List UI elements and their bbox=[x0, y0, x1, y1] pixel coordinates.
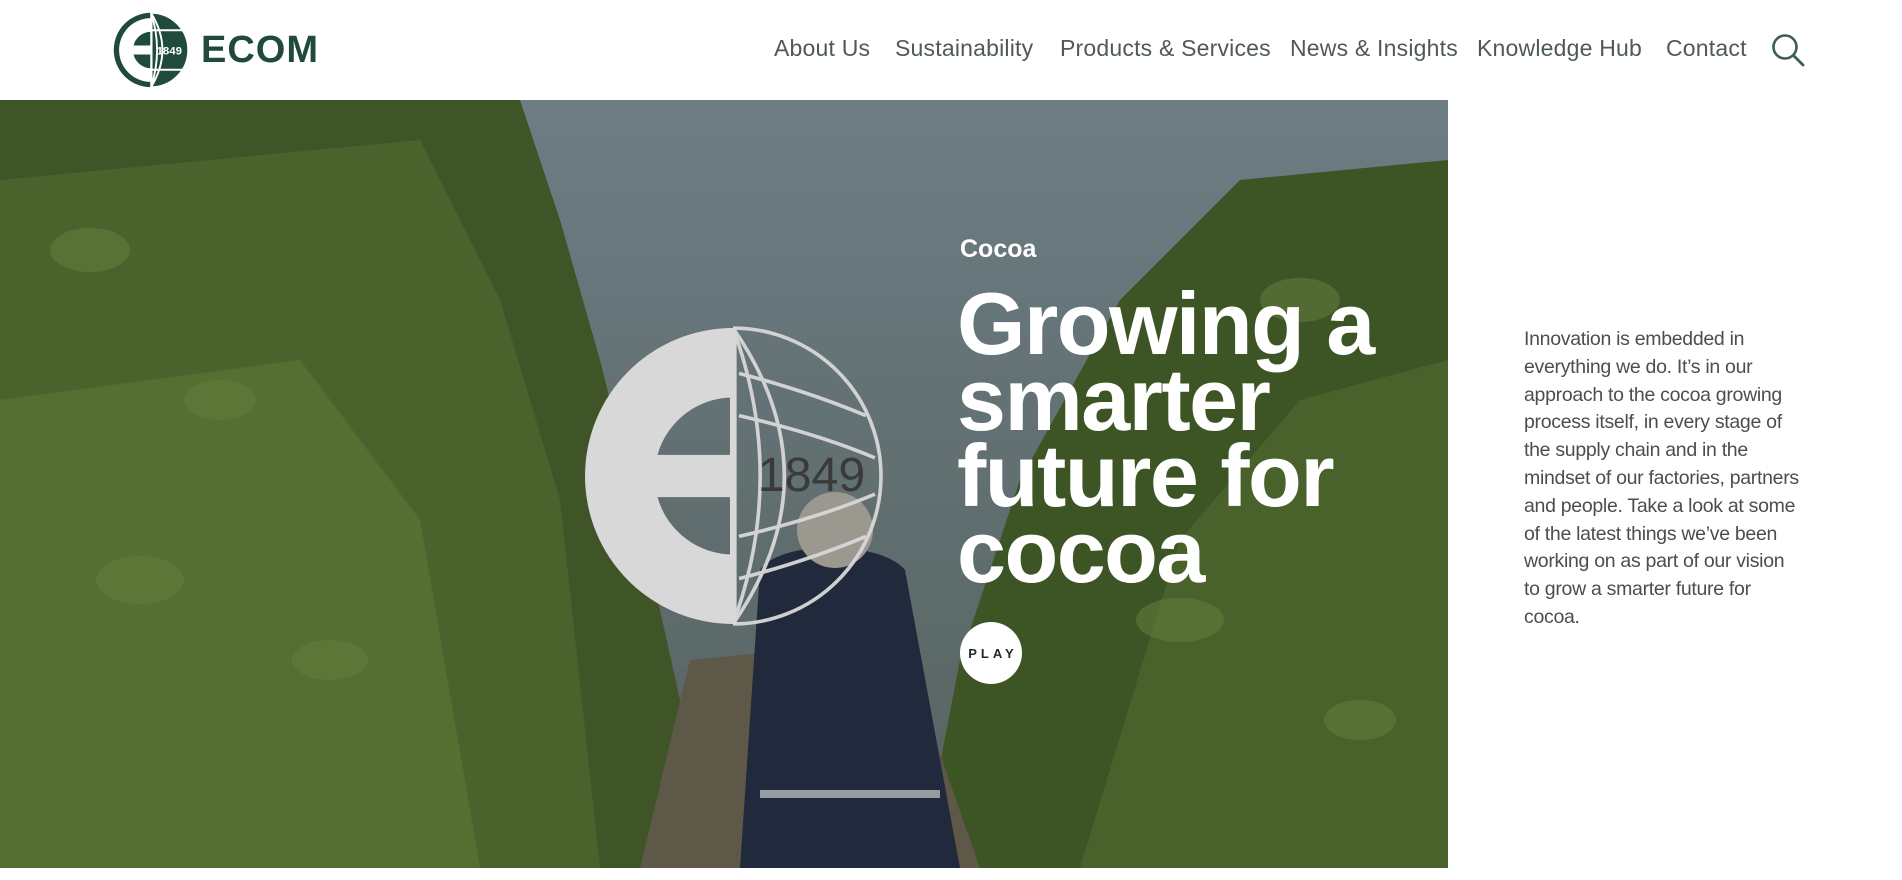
nav-products-services[interactable]: Products & Services bbox=[1060, 34, 1271, 62]
nav-sustainability[interactable]: Sustainability bbox=[895, 34, 1033, 62]
nav-about-us[interactable]: About Us bbox=[774, 34, 870, 62]
play-button[interactable]: PLAY bbox=[960, 622, 1022, 684]
ecom-1849-emblem: 1849 bbox=[585, 326, 883, 626]
intro-text: Innovation is embedded in everything we … bbox=[1524, 328, 1799, 628]
main-nav: About Us Sustainability Products & Servi… bbox=[0, 0, 1902, 100]
search-button[interactable] bbox=[1770, 32, 1806, 68]
hero-eyebrow: Cocoa bbox=[960, 235, 1037, 263]
site-header: 1849 ECOM About Us Sustainability Produc… bbox=[0, 0, 1902, 100]
emblem-year-large: 1849 bbox=[758, 448, 865, 502]
hero-video[interactable]: 1849 Cocoa Growing a smarter future for … bbox=[0, 100, 1448, 868]
nav-news-insights[interactable]: News & Insights bbox=[1290, 34, 1458, 62]
hero-title-line: cocoa bbox=[957, 502, 1205, 601]
hero-title: Growing a smarter future for cocoa bbox=[957, 280, 1377, 601]
nav-contact[interactable]: Contact bbox=[1666, 34, 1747, 62]
nav-knowledge-hub[interactable]: Knowledge Hub bbox=[1477, 34, 1642, 62]
search-icon bbox=[1772, 34, 1805, 67]
